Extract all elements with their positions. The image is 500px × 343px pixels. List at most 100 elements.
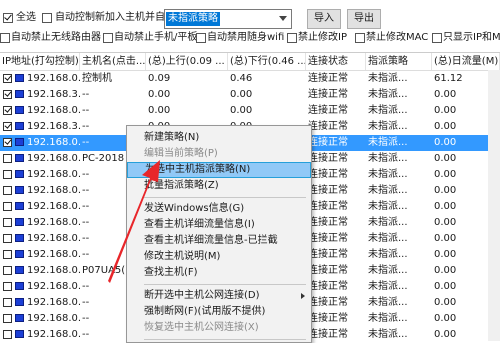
chevron-down-icon[interactable] <box>279 16 287 21</box>
table-header: IP地址(打勾控制) 主机名(点击... (总)上行(0.09 ... (总)下… <box>0 53 500 71</box>
no-wireless-router-checkbox[interactable] <box>0 33 10 43</box>
computer-icon <box>15 90 24 98</box>
cell-ip: 192.168.0.... <box>27 185 80 196</box>
row-control-checkbox[interactable] <box>3 90 12 99</box>
menu-item-label: 查看主机详细流量信息(I) <box>144 219 255 230</box>
cell-daily: 0.00 <box>434 185 457 196</box>
row-control-checkbox[interactable] <box>3 282 12 291</box>
vertical-scrollbar[interactable] <box>488 70 500 341</box>
cell-status: 连接正常 <box>308 249 348 260</box>
table-row[interactable]: 192.168.0....-- 0.00 0.00 连接正常 未指派... 0.00 <box>0 103 500 119</box>
menu-item[interactable]: 查看主机详细流量信息(I) <box>127 217 311 233</box>
cell-status: 连接正常 <box>308 297 348 308</box>
import-button[interactable]: 导入 <box>307 9 341 29</box>
row-control-checkbox[interactable] <box>3 106 12 115</box>
cell-policy: 未指派... <box>368 73 408 84</box>
computer-icon <box>15 314 24 322</box>
row-control-checkbox[interactable] <box>3 234 12 243</box>
computer-icon <box>15 234 24 242</box>
auto-add-checkbox[interactable] <box>42 13 52 23</box>
auto-add-label: 自动控制新加入主机并自动 <box>55 12 175 23</box>
cell-ip: 192.168.0.... <box>27 233 80 244</box>
cell-up: 0.09 <box>148 73 171 84</box>
row-control-checkbox[interactable] <box>3 74 12 83</box>
row-control-checkbox[interactable] <box>3 154 12 163</box>
cell-status: 连接正常 <box>308 329 348 340</box>
menu-item[interactable]: 修改主机说明(M) <box>127 249 311 265</box>
cell-policy: 未指派... <box>368 121 408 132</box>
cell-ip: 192.168.0.... <box>27 265 80 276</box>
menu-item-label: 强制断网(F)(试用版不提供) <box>144 306 266 317</box>
cell-daily: 0.00 <box>434 121 457 132</box>
row-control-checkbox[interactable] <box>3 218 12 227</box>
menu-item: 恢复选中主机公网连接(X) <box>127 320 311 336</box>
no-wifi-checkbox[interactable] <box>196 33 206 43</box>
row-control-checkbox[interactable] <box>3 298 12 307</box>
menu-item[interactable]: 断开选中主机公网连接(D) <box>127 288 311 304</box>
no-phone-checkbox[interactable] <box>103 33 113 43</box>
no-ip-change-checkbox[interactable] <box>287 33 297 43</box>
menu-item[interactable]: 批量指派策略(Z) <box>127 178 311 194</box>
cell-status: 连接正常 <box>308 105 348 116</box>
show-ip-mac-checkbox[interactable] <box>432 33 442 43</box>
select-all-checkbox[interactable] <box>3 13 13 23</box>
computer-icon <box>15 202 24 210</box>
menu-item[interactable]: 查看主机详细流量信息-已拦截 <box>127 233 311 249</box>
row-control-checkbox[interactable] <box>3 250 12 259</box>
cell-policy: 未指派... <box>368 217 408 228</box>
cell-status: 连接正常 <box>308 121 348 132</box>
cell-policy: 未指派... <box>368 169 408 180</box>
menu-separator <box>144 284 306 285</box>
cell-policy: 未指派... <box>368 153 408 164</box>
cell-status: 连接正常 <box>308 169 348 180</box>
cell-status: 连接正常 <box>308 201 348 212</box>
column-policy[interactable]: 指派策略 <box>366 53 432 70</box>
menu-item[interactable]: 发送Windows信息(G) <box>127 201 311 217</box>
no-mac-change-checkbox[interactable] <box>355 33 365 43</box>
computer-icon <box>15 266 24 274</box>
cell-daily: 0.00 <box>434 153 457 164</box>
cell-policy: 未指派... <box>368 137 408 148</box>
cell-ip: 192.168.0.... <box>27 249 80 260</box>
column-daily[interactable]: (总)日流量(M) <box>432 53 500 70</box>
cell-policy: 未指派... <box>368 185 408 196</box>
computer-icon <box>15 250 24 258</box>
column-status[interactable]: 连接状态 <box>306 53 366 70</box>
row-control-checkbox[interactable] <box>3 170 12 179</box>
column-ip[interactable]: IP地址(打勾控制) <box>0 53 80 70</box>
cell-policy: 未指派... <box>368 297 408 308</box>
cell-policy: 未指派... <box>368 89 408 100</box>
row-control-checkbox[interactable] <box>3 330 12 339</box>
column-hostname[interactable]: 主机名(点击... <box>80 53 146 70</box>
row-control-checkbox[interactable] <box>3 122 12 131</box>
cell-daily: 61.12 <box>434 73 463 84</box>
row-control-checkbox[interactable] <box>3 138 12 147</box>
context-menu: 新建策略(N) 编辑当前策略(P) 为选中主机指派策略(N) 批量指派策略(Z) 发送W… <box>126 125 312 343</box>
cell-status: 连接正常 <box>308 217 348 228</box>
cell-policy: 未指派... <box>368 233 408 244</box>
menu-item[interactable]: 查找主机(F) <box>127 265 311 281</box>
menu-item[interactable]: 新建策略(N) <box>127 130 311 146</box>
cell-ip: 192.168.0.... <box>27 153 80 164</box>
row-control-checkbox[interactable] <box>3 186 12 195</box>
row-control-checkbox[interactable] <box>3 266 12 275</box>
cell-status: 连接正常 <box>308 233 348 244</box>
cell-status: 连接正常 <box>308 89 348 100</box>
policy-combobox[interactable]: 未指派策略 <box>164 9 292 29</box>
column-upload[interactable]: (总)上行(0.09 ... <box>146 53 228 70</box>
cell-ip: 192.168.0.... <box>27 73 80 84</box>
policy-combobox-value: 未指派策略 <box>166 12 220 26</box>
export-button[interactable]: 导出 <box>347 9 381 29</box>
computer-icon <box>15 282 24 290</box>
row-control-checkbox[interactable] <box>3 314 12 323</box>
cell-daily: 0.00 <box>434 217 457 228</box>
menu-item-label: 发送Windows信息(G) <box>144 203 245 214</box>
computer-icon <box>15 138 24 146</box>
column-download[interactable]: (总)下行(0.46 ... <box>228 53 306 70</box>
table-row[interactable]: 192.168.3....-- 0.00 0.00 连接正常 未指派... 0.00 <box>0 87 500 103</box>
menu-item-label: 编辑当前策略(P) <box>144 148 218 159</box>
table-row[interactable]: 192.168.0....控制机 0.09 0.46 连接正常 未指派... 61.12 <box>0 71 500 87</box>
row-control-checkbox[interactable] <box>3 202 12 211</box>
menu-item[interactable]: 为选中主机指派策略(N) <box>127 162 311 178</box>
menu-item[interactable]: 强制断网(F)(试用版不提供) <box>127 304 311 320</box>
